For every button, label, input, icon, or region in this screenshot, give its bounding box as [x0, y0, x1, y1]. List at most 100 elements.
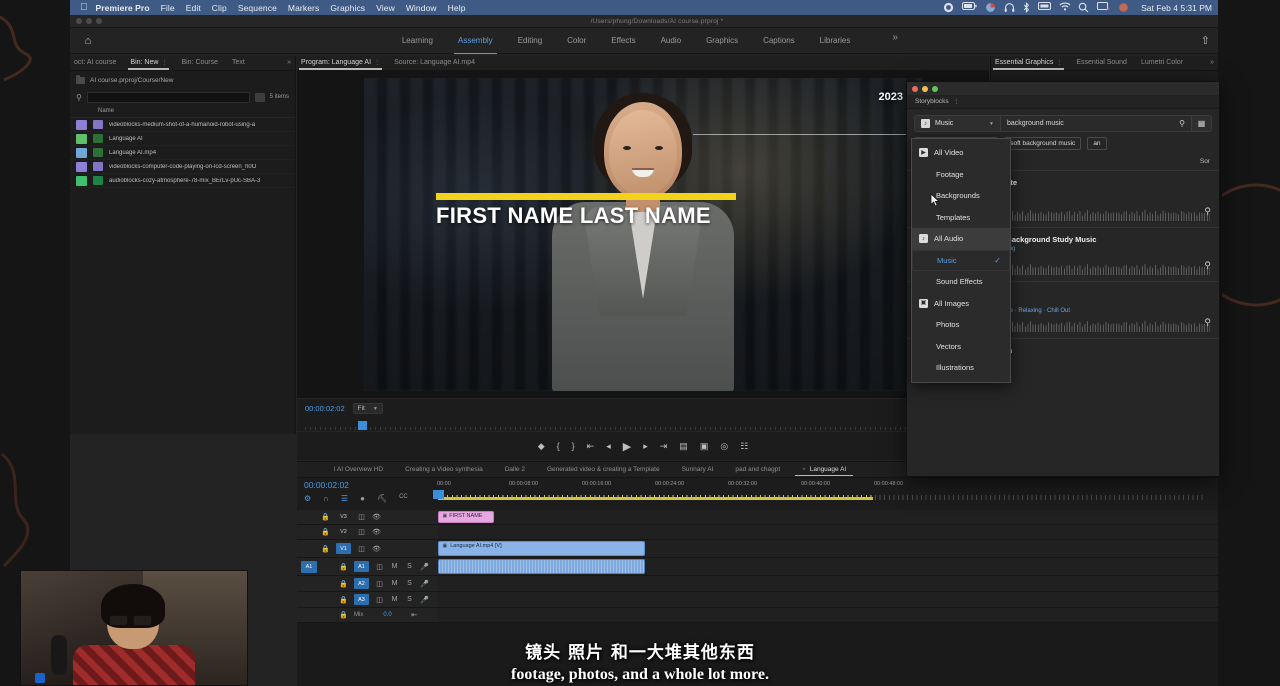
minimize-icon[interactable]	[922, 86, 928, 92]
list-item[interactable]: videoblocks-medium-shot-of-a-humanoid-ro…	[70, 118, 295, 132]
eye-icon[interactable]: 👁	[372, 545, 381, 553]
track-lane-v2[interactable]	[438, 525, 1218, 540]
sequence-tab-sunnary-ai[interactable]: Sunnary AI	[671, 466, 725, 473]
category-select[interactable]: ♪ Music ▼	[914, 115, 1000, 132]
track-header-v1[interactable]: 🔒 V1 ◫ 👁	[297, 540, 438, 558]
tab-storyblocks[interactable]: Storyblocks	[915, 98, 949, 105]
mute-icon[interactable]: M	[390, 580, 399, 587]
sort-label[interactable]: Sor	[1200, 158, 1210, 165]
wifi-icon[interactable]	[1059, 2, 1070, 13]
list-item[interactable]: audioblocks-cozy-atmosphere-78-mix_BErLv…	[70, 174, 295, 188]
track-lane-a1[interactable]	[438, 558, 1218, 576]
essential-graphics-overflow-icon[interactable]: »	[1210, 59, 1218, 68]
freeform-view-icon[interactable]	[255, 93, 265, 102]
control-center-icon[interactable]	[1097, 2, 1110, 13]
project-search-input[interactable]	[87, 92, 250, 103]
dropdown-item-templates[interactable]: Templates	[912, 207, 1010, 229]
dropdown-item-all-audio[interactable]: ♪ All Audio	[912, 228, 1010, 250]
track-target-a1[interactable]: A1	[301, 561, 317, 573]
tab-project-ai-course[interactable]: oct: AI course	[74, 59, 116, 68]
list-item[interactable]: Language AI.mp4	[70, 146, 295, 160]
zoom-level-select[interactable]: Fit ▼	[353, 403, 383, 414]
dropdown-item-all-video[interactable]: ▶ All Video	[912, 142, 1010, 164]
microphone-icon[interactable]: 🎤	[420, 596, 429, 604]
track-lane-v1[interactable]: ▣ Language AI.mp4 [V]	[438, 540, 1218, 558]
battery-icon[interactable]	[962, 2, 977, 13]
clip-language-ai-video[interactable]: ▣ Language AI.mp4 [V]	[438, 541, 645, 556]
sync-lock-icon[interactable]: ◫	[375, 563, 384, 571]
dropdown-item-photos[interactable]: Photos	[912, 314, 1010, 336]
work-area-bar[interactable]	[438, 497, 873, 500]
tab-essential-sound[interactable]: Essential Sound	[1076, 59, 1127, 68]
track-header-v2[interactable]: 🔒 V2 ◫ 👁	[297, 525, 438, 540]
clip-language-ai-audio[interactable]	[438, 559, 645, 574]
track-label-v1[interactable]: V1	[336, 543, 351, 554]
sync-lock-icon[interactable]: ◫	[375, 596, 384, 604]
grip-icon[interactable]: ⋮	[161, 60, 167, 66]
snap-icon[interactable]: ⚙	[304, 494, 311, 503]
sequence-tab-language-ai[interactable]: ×Language AI	[791, 466, 857, 473]
play-icon[interactable]: ▶	[623, 440, 631, 453]
dropdown-item-illustrations[interactable]: Illustrations	[912, 357, 1010, 379]
lock-icon[interactable]: 🔒	[339, 580, 348, 588]
linked-selection-icon[interactable]: ∩	[323, 494, 329, 503]
minimize-icon[interactable]	[86, 18, 92, 24]
preview-icon[interactable]: ⚲	[1204, 260, 1211, 271]
workspace-tab-audio[interactable]: Audio	[660, 32, 682, 49]
microphone-icon[interactable]: 🎤	[420, 563, 429, 571]
captions-icon[interactable]: CC	[399, 494, 408, 503]
track-label-a2[interactable]: A2	[354, 578, 369, 589]
preview-icon[interactable]: ⚲	[1204, 206, 1211, 217]
sequence-tab-generated-video-template[interactable]: Generated video & creating a Template	[536, 466, 671, 473]
bluetooth-icon[interactable]	[1023, 2, 1030, 13]
dropdown-item-sound-effects[interactable]: Sound Effects	[912, 271, 1010, 293]
preview-icon[interactable]: ⚲	[1204, 317, 1211, 328]
mute-icon[interactable]: M	[390, 596, 399, 603]
eye-icon[interactable]: 👁	[372, 513, 381, 521]
solo-icon[interactable]: S	[405, 563, 414, 570]
share-icon[interactable]: ⇧	[1201, 34, 1210, 47]
marker-icon[interactable]: ☰	[341, 494, 348, 503]
track-header-mix[interactable]: 🔒 Mix 0.0 ⇤	[297, 608, 438, 623]
track-label-v3[interactable]: V3	[336, 512, 351, 523]
sequence-tab-dalle-2[interactable]: Dalle 2	[494, 466, 536, 473]
workspace-tab-learning[interactable]: Learning	[401, 32, 434, 49]
track-lane-mix[interactable]	[438, 608, 1218, 623]
grid-view-icon[interactable]: ▦	[1192, 115, 1212, 132]
scrubber-track[interactable]	[305, 427, 981, 430]
close-icon[interactable]	[912, 86, 918, 92]
solo-icon[interactable]: S	[405, 580, 414, 587]
grip-icon[interactable]: ⋮	[374, 60, 380, 66]
menu-item-edit[interactable]: Edit	[186, 3, 201, 13]
screen-record-icon[interactable]	[943, 2, 954, 13]
mark-out-icon[interactable]: }	[572, 441, 575, 451]
tab-bin-new[interactable]: Bin: New⋮	[130, 59, 167, 68]
workspace-tab-color[interactable]: Color	[566, 32, 587, 49]
home-icon[interactable]: ⌂	[78, 35, 98, 47]
sync-lock-icon[interactable]: ◫	[357, 513, 366, 521]
timeline-timecode[interactable]: 00:00:02:02	[304, 480, 349, 490]
sync-lock-icon[interactable]: ◫	[357, 528, 366, 536]
search-icon[interactable]: ⚲	[76, 93, 82, 102]
headphones-icon[interactable]	[1004, 2, 1015, 13]
tab-text[interactable]: Text	[232, 59, 245, 68]
list-item[interactable]: videoblocks-computer-code-playing-on-lcd…	[70, 160, 295, 174]
menu-item-sequence[interactable]: Sequence	[238, 3, 277, 13]
lock-icon[interactable]: 🔒	[321, 545, 330, 553]
tab-bin-course[interactable]: Bin: Course	[181, 59, 218, 68]
mix-level-value[interactable]: 0.0	[383, 612, 391, 618]
sync-lock-icon[interactable]: ◫	[357, 545, 366, 553]
step-back-icon[interactable]: ◂	[606, 441, 611, 452]
eye-icon[interactable]: 👁	[372, 528, 381, 536]
close-icon[interactable]: ×	[802, 467, 806, 473]
track-label-a3[interactable]: A3	[354, 594, 369, 605]
program-monitor-stage[interactable]: 2023 FIRST NAME LAST NAME	[297, 71, 989, 398]
track-header-a3[interactable]: 🔒 A3 ◫ M S 🎤	[297, 592, 438, 608]
colorsync-icon[interactable]	[985, 2, 996, 13]
track-lane-a3[interactable]	[438, 592, 1218, 608]
go-to-in-icon[interactable]: ⇤	[587, 441, 595, 452]
lock-icon[interactable]: 🔒	[321, 528, 330, 536]
workspace-tab-editing[interactable]: Editing	[517, 32, 543, 49]
track-header-a1[interactable]: A1 🔒 A1 ◫ M S 🎤	[297, 558, 438, 576]
track-label-v2[interactable]: V2	[336, 527, 351, 538]
